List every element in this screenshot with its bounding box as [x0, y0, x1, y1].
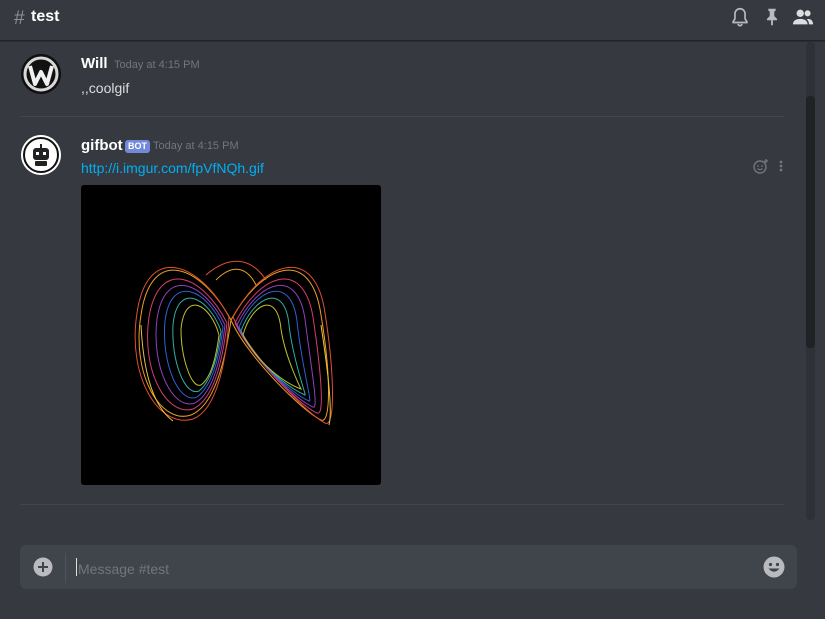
robot-icon — [21, 135, 61, 175]
bell-icon[interactable] — [729, 6, 751, 28]
avatar-will[interactable] — [21, 54, 61, 94]
gif-embed[interactable] — [81, 185, 381, 485]
channel-header: # test — [0, 0, 825, 41]
message-divider — [20, 504, 784, 505]
pin-icon[interactable] — [761, 6, 783, 28]
scrollbar-thumb[interactable] — [806, 96, 815, 348]
channel-name: test — [31, 8, 60, 25]
message-author[interactable]: Will — [81, 55, 108, 72]
composer-divider — [65, 553, 66, 583]
hash-icon: # — [14, 8, 25, 29]
add-reaction-icon[interactable] — [753, 158, 769, 179]
message-input[interactable] — [76, 558, 740, 580]
message-author[interactable]: gifbot — [81, 137, 123, 154]
bot-badge: BOT — [125, 140, 150, 153]
lorenz-attractor-image — [134, 260, 333, 426]
message-composer — [20, 545, 797, 589]
avatar-gifbot[interactable] — [21, 135, 61, 175]
more-options-icon[interactable] — [777, 158, 785, 179]
message-divider — [20, 116, 784, 117]
message-timestamp: Today at 4:15 PM — [114, 59, 200, 71]
emoji-icon[interactable] — [763, 556, 785, 578]
plus-icon[interactable] — [33, 557, 53, 577]
w-logo-icon — [21, 54, 61, 94]
message-content: ,,coolgif — [81, 80, 130, 96]
gif-link[interactable]: http://i.imgur.com/fpVfNQh.gif — [81, 160, 264, 176]
message-timestamp: Today at 4:15 PM — [153, 140, 239, 152]
members-icon[interactable] — [792, 6, 814, 28]
text-caret — [76, 558, 77, 576]
